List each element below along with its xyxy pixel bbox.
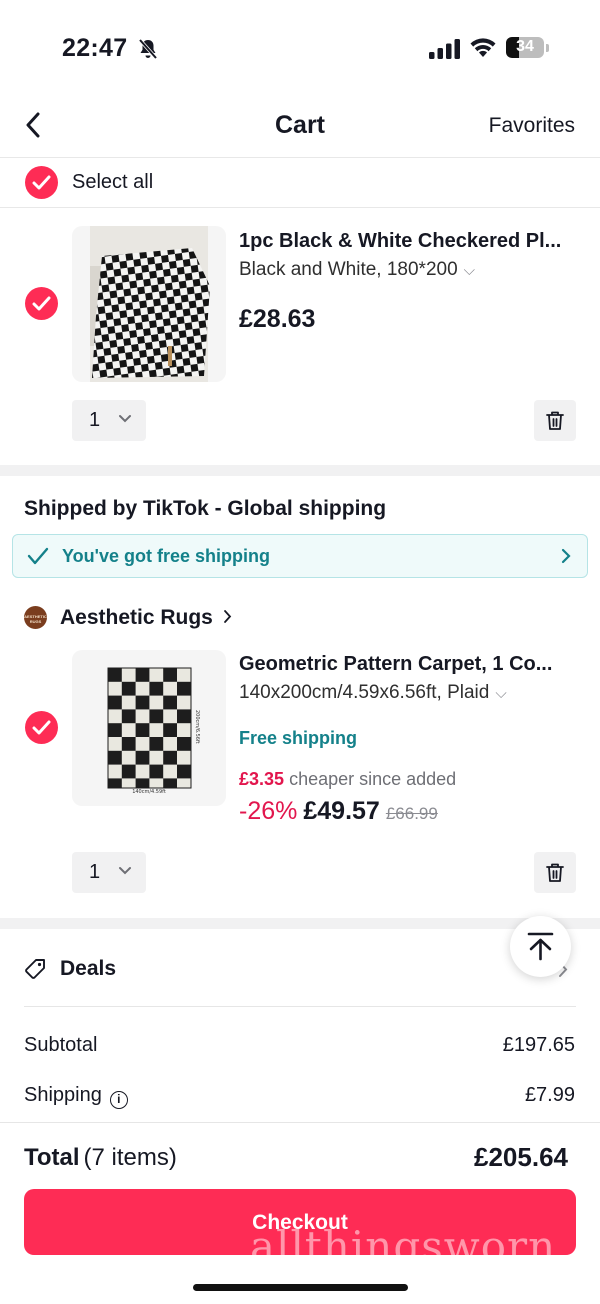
checkmark-icon	[32, 175, 51, 190]
battery-cap	[546, 44, 549, 52]
quantity-selector[interactable]: 1	[72, 852, 146, 893]
product-title[interactable]: 1pc Black & White Checkered Pl...	[239, 230, 579, 253]
variant-label: Black and White, 180*200	[239, 259, 458, 280]
price-line: -26% £49.57 £66.99	[239, 797, 438, 826]
chevron-down-icon	[119, 415, 131, 423]
deals-label: Deals	[60, 957, 117, 980]
cellular-signal-icon	[429, 39, 460, 59]
free-shipping-label: Free shipping	[239, 728, 358, 748]
trash-icon	[546, 863, 564, 882]
chevron-down-icon: ⌵	[495, 685, 507, 702]
total-item-count: (7 items)	[83, 1144, 177, 1171]
chevron-down-icon	[119, 867, 131, 875]
scroll-to-top-button[interactable]	[510, 916, 571, 977]
chevron-right-icon	[561, 548, 571, 564]
quantity-selector[interactable]: 1	[72, 400, 146, 441]
variant-label: 140x200cm/4.59x6.56ft, Plaid	[239, 682, 490, 703]
chevron-down-icon: ⌵	[463, 262, 476, 279]
battery-indicator: 34	[506, 37, 544, 58]
tag-icon	[25, 959, 45, 979]
bell-muted-icon	[138, 38, 158, 60]
battery-percent: 34	[516, 38, 534, 55]
delete-button[interactable]	[534, 400, 576, 441]
total-value: £205.64	[474, 1142, 568, 1172]
quantity-value: 1	[89, 861, 101, 883]
discount-badge: -26%	[239, 797, 298, 825]
shop-name: Aesthetic Rugs	[60, 606, 213, 629]
cart-header: Cart Favorites	[0, 96, 600, 158]
dimension-label-width: 140cm/4.59ft	[132, 789, 166, 795]
product-image-carpet[interactable]: 140cm/4.59ft 200cm/6.56ft	[72, 650, 226, 806]
checkmark-icon	[32, 720, 51, 735]
dimension-label-length: 200cm/6.56ft	[194, 710, 200, 744]
shop-logo-text: AESTHETIC RUGS	[24, 614, 47, 624]
free-shipping-banner[interactable]: You've got free shipping	[12, 534, 588, 578]
price-drop-text: cheaper since added	[289, 769, 457, 789]
subtotal-value: £197.65	[502, 1034, 575, 1056]
total-divider	[0, 1122, 600, 1123]
product-title[interactable]: Geometric Pattern Carpet, 1 Co...	[239, 653, 579, 676]
product-variant[interactable]: Black and White, 180*200 ⌵	[239, 259, 475, 281]
item-checkbox[interactable]	[25, 287, 58, 320]
arrow-up-icon	[527, 932, 554, 961]
select-all-label: Select all	[72, 171, 154, 193]
product-price: £28.63	[239, 305, 316, 333]
shop-logo[interactable]: AESTHETIC RUGS	[24, 606, 47, 629]
subtotal-label: Subtotal	[24, 1034, 98, 1056]
status-bar: 22:47 34	[0, 0, 600, 96]
favorites-link[interactable]: Favorites	[489, 114, 575, 138]
shipping-row-label: Shipping i	[24, 1084, 128, 1109]
quantity-value: 1	[89, 409, 101, 431]
section-divider	[0, 465, 600, 476]
wifi-icon	[470, 38, 496, 57]
trash-icon	[546, 411, 564, 430]
chevron-right-icon	[223, 610, 231, 623]
free-shipping-text: You've got free shipping	[62, 546, 270, 566]
shipping-section-title: Shipped by TikTok - Global shipping	[24, 497, 387, 520]
price-drop-amount: £3.35	[239, 769, 285, 789]
shop-name-link[interactable]: Aesthetic Rugs	[60, 606, 233, 630]
total-row-label: Total (7 items)	[24, 1144, 177, 1172]
section-divider	[0, 918, 600, 929]
price-drop-note: £3.35 cheaper since added	[239, 769, 456, 790]
checkmark-icon	[32, 296, 51, 311]
shipping-value: £7.99	[524, 1084, 575, 1106]
item-checkbox[interactable]	[25, 711, 58, 744]
home-indicator[interactable]	[193, 1284, 408, 1291]
checkered-carpet-image: 140cm/4.59ft 200cm/6.56ft	[107, 667, 200, 795]
summary-divider	[24, 1006, 576, 1007]
watermark: allthingsworn	[250, 1222, 557, 1271]
status-time: 22:47	[62, 34, 128, 62]
original-price: £66.99	[385, 804, 438, 823]
product-price: £49.57	[303, 797, 380, 825]
product-image-blanket[interactable]	[72, 226, 226, 382]
checkered-blanket-image	[90, 226, 210, 382]
select-all-checkbox[interactable]	[25, 166, 58, 199]
shipping-label: Shipping	[24, 1084, 102, 1106]
delete-button[interactable]	[534, 852, 576, 893]
checkmark-icon	[27, 547, 49, 565]
select-all-row[interactable]: Select all	[0, 158, 600, 208]
total-label: Total	[24, 1144, 80, 1171]
info-icon[interactable]: i	[109, 1091, 128, 1109]
product-variant[interactable]: 140x200cm/4.59x6.56ft, Plaid ⌵	[239, 682, 507, 704]
